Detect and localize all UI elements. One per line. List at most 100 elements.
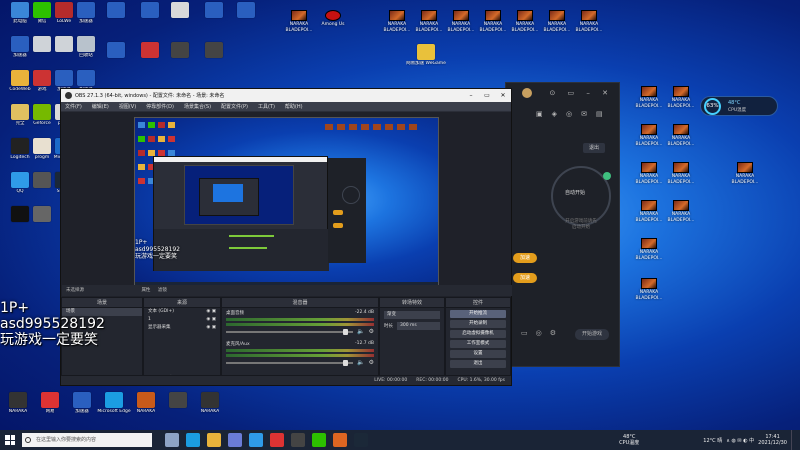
game-shortcut-label[interactable]: NARAKA BLADEPOI... — [476, 22, 510, 33]
netease-icon[interactable] — [270, 433, 284, 447]
naraka-icon[interactable] — [581, 10, 597, 21]
naraka-icon[interactable] — [641, 86, 657, 97]
explorer-icon[interactable] — [207, 433, 221, 447]
wechat-icon[interactable] — [312, 433, 326, 447]
desktop-folder-wegame[interactable]: 网易加速 WeGame — [406, 44, 446, 78]
game-shortcut-label[interactable]: NARAKA BLADEPOI... — [412, 22, 446, 33]
desktop-shortcut[interactable] — [194, 42, 234, 76]
filters-button[interactable]: 滤镜 — [158, 288, 167, 293]
control-button[interactable]: 退出 — [450, 360, 506, 368]
show-desktop-button[interactable] — [791, 430, 794, 450]
naraka-icon[interactable] — [549, 10, 565, 21]
cpu-temp-widget[interactable]: 63% 48°C CPU温度 — [700, 96, 778, 116]
game-shortcut-label[interactable]: NARAKA BLADEPOI... — [508, 22, 542, 33]
game-shortcut-label[interactable]: NARAKA BLADEPOI... — [540, 22, 574, 33]
desktop-shortcut[interactable] — [226, 2, 266, 36]
obs-icon[interactable] — [291, 433, 305, 447]
control-button[interactable]: 设置 — [450, 350, 506, 358]
source-item[interactable]: 文本 (GDI+) ◉ ▣ — [144, 308, 220, 316]
launcher-window-controls[interactable]: ⊙ ▭ – ✕ — [549, 89, 613, 97]
game-shortcut-label[interactable]: NARAKA BLADEPOI... — [632, 136, 666, 147]
desktop-shortcut[interactable]: NARAKA — [190, 392, 230, 426]
obs-menu-item[interactable]: 文件(F) — [65, 103, 82, 110]
weather-widget[interactable]: 12°C 晴 — [703, 437, 722, 444]
obs-menu-item[interactable]: 配置文件(P) — [221, 103, 248, 110]
naraka-icon[interactable] — [673, 124, 689, 135]
among-us-icon[interactable] — [325, 10, 341, 21]
start-button[interactable] — [5, 435, 15, 445]
naraka-icon[interactable] — [673, 162, 689, 173]
launcher-accelerate-button-1[interactable]: 加速 — [513, 253, 537, 263]
volume-slider[interactable] — [226, 359, 354, 366]
tray-cpu-temp[interactable]: 48°C CPU温度 — [619, 434, 639, 446]
visibility-lock-icons[interactable]: ◉ ▣ — [206, 324, 216, 332]
game-shortcut-label[interactable]: NARAKA BLADEPOI... — [282, 22, 316, 33]
launcher-bottom-icons[interactable]: ▭◎⚙ — [521, 329, 564, 337]
obs-menu-item[interactable]: 工具(T) — [258, 103, 275, 110]
store-icon[interactable] — [228, 433, 242, 447]
obs-menu-item[interactable]: 停靠部件(D) — [146, 103, 174, 110]
taskbar-clock[interactable]: 17:41 2021/12/30 — [758, 434, 787, 446]
obs-preview-canvas[interactable]: 1P+ asd995528192 玩游戏一定要笑 — [134, 117, 439, 289]
maximize-icon[interactable]: ▭ — [479, 92, 495, 99]
naraka-icon[interactable] — [641, 238, 657, 249]
gear-icon[interactable]: ⚙ — [369, 359, 374, 366]
game-shortcut-label[interactable]: NARAKA BLADEPOI... — [444, 22, 478, 33]
desktop-shortcut[interactable] — [22, 206, 62, 240]
obs-menu-item[interactable]: 编辑(E) — [92, 103, 109, 110]
speaker-icon[interactable]: 🔈 — [357, 328, 364, 335]
task-view-icon[interactable] — [165, 433, 179, 447]
naraka-icon[interactable] — [737, 162, 753, 173]
naraka-icon[interactable] — [641, 124, 657, 135]
steam-icon[interactable] — [354, 433, 368, 447]
launcher-accelerate-button-2[interactable]: 加速 — [513, 273, 537, 283]
launcher-toolbar[interactable]: ▣◈◎✉▤ — [536, 110, 612, 118]
taskbar-search-input[interactable]: 在这里输入你要搜索的内容 — [22, 433, 152, 447]
speaker-icon[interactable]: 🔈 — [357, 359, 364, 366]
wegame-icon[interactable] — [333, 433, 347, 447]
game-shortcut-label[interactable]: NARAKA BLADEPOI... — [664, 212, 698, 223]
game-shortcut-label[interactable]: NARAKA BLADEPOI... — [380, 22, 414, 33]
game-shortcut-label[interactable]: NARAKA BLADEPOI... — [664, 136, 698, 147]
launcher-start-circle[interactable]: 自动开始 — [551, 166, 611, 226]
tray-icons[interactable]: ∧ ◍ ✉ ◐ 中 — [726, 437, 754, 444]
game-shortcut-label[interactable]: Among Us — [316, 22, 350, 28]
source-item[interactable]: 显示器采集 ◉ ▣ — [144, 324, 220, 332]
naraka-icon[interactable] — [485, 10, 501, 21]
edge-icon[interactable] — [186, 433, 200, 447]
naraka-icon[interactable] — [673, 86, 689, 97]
game-shortcut-label[interactable]: NARAKA BLADEPOI... — [632, 212, 666, 223]
game-shortcut-label[interactable]: NARAKA BLADEPOI... — [632, 290, 666, 301]
obs-menu-item[interactable]: 场景集合(S) — [184, 103, 211, 110]
minimize-icon[interactable]: – — [463, 92, 479, 99]
transition-select[interactable]: 渐变 — [384, 311, 440, 319]
naraka-icon[interactable] — [641, 200, 657, 211]
naraka-icon[interactable] — [421, 10, 437, 21]
game-shortcut-label[interactable]: NARAKA BLADEPOI... — [572, 22, 606, 33]
qq-icon[interactable] — [249, 433, 263, 447]
control-button[interactable]: 工作室模式 — [450, 340, 506, 348]
game-shortcut-label[interactable]: NARAKA BLADEPOI... — [664, 174, 698, 185]
naraka-icon[interactable] — [673, 200, 689, 211]
properties-button[interactable]: 属性 — [141, 288, 150, 293]
gear-icon[interactable]: ⚙ — [369, 328, 374, 335]
game-shortcut-label[interactable]: NARAKA BLADEPOI... — [632, 250, 666, 261]
naraka-icon[interactable] — [641, 278, 657, 289]
game-shortcut-label[interactable]: NARAKA BLADEPOI... — [632, 98, 666, 109]
obs-menu-item[interactable]: 帮助(H) — [285, 103, 303, 110]
close-icon[interactable]: ✕ — [495, 92, 511, 99]
source-item[interactable]: 1 ◉ ▣ — [144, 316, 220, 324]
naraka-icon[interactable] — [389, 10, 405, 21]
game-shortcut-label[interactable]: NARAKA BLADEPOI... — [664, 98, 698, 109]
naraka-icon[interactable] — [453, 10, 469, 21]
launcher-play-button[interactable]: 开始游戏 — [575, 329, 609, 340]
avatar[interactable] — [522, 88, 532, 98]
visibility-lock-icons[interactable]: ◉ ▣ — [206, 308, 216, 316]
duration-input[interactable]: 300 ms — [397, 322, 440, 330]
game-shortcut-label[interactable]: NARAKA BLADEPOI... — [728, 174, 762, 185]
launcher-exit-button[interactable]: 退出 — [583, 143, 605, 153]
visibility-lock-icons[interactable]: ◉ ▣ — [206, 316, 216, 324]
control-button[interactable]: 开始录制 — [450, 320, 506, 328]
volume-slider[interactable] — [226, 328, 354, 335]
naraka-icon[interactable] — [517, 10, 533, 21]
